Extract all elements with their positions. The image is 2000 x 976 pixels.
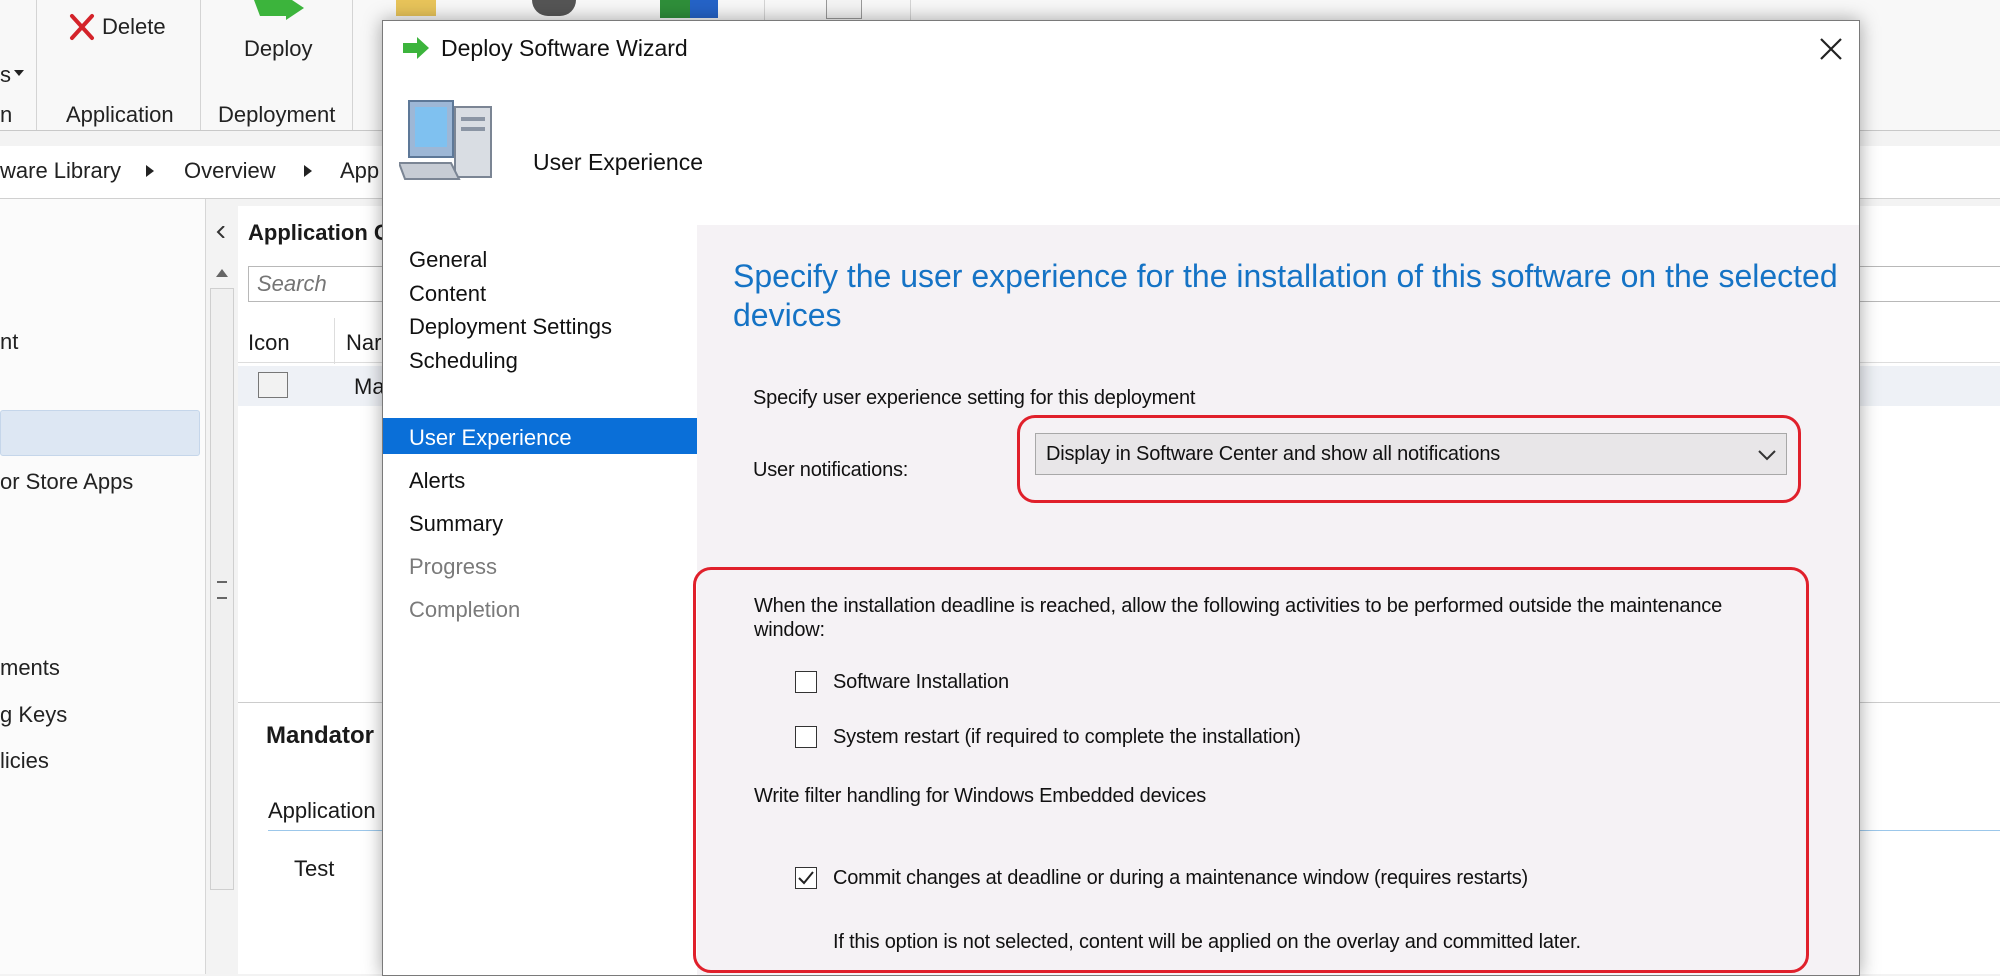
commit-note: If this option is not selected, content …: [833, 931, 1581, 953]
user-notifications-dropdown[interactable]: Display in Software Center and show all …: [1035, 433, 1787, 475]
nav-item[interactable]: licies: [0, 748, 49, 774]
close-icon: [1820, 38, 1842, 60]
delete-icon: [70, 14, 94, 40]
scroll-grip-icon[interactable]: [217, 581, 227, 599]
breadcrumb-item-app[interactable]: App: [340, 158, 379, 184]
section-label: Specify user experience setting for this…: [753, 387, 1196, 409]
column-header-icon[interactable]: Icon: [248, 330, 290, 356]
row-name: Ma: [354, 374, 385, 399]
detail-value: Test: [294, 856, 335, 881]
wizard-step-content[interactable]: Content: [409, 281, 486, 307]
scroll-up-icon[interactable]: [216, 269, 228, 277]
chevron-right-icon: [304, 165, 312, 177]
system-restart-label[interactable]: System restart (if required to complete …: [833, 726, 1301, 749]
user-notifications-value: Display in Software Center and show all …: [1046, 443, 1501, 465]
wizard-step-alerts[interactable]: Alerts: [409, 468, 465, 494]
wizard-header: User Experience: [383, 79, 1859, 226]
nav-item[interactable]: nt: [0, 329, 18, 355]
chevron-down-icon[interactable]: [14, 70, 24, 78]
page-heading: Specify the user experience for the inst…: [733, 258, 1838, 333]
software-installation-checkbox[interactable]: [795, 671, 817, 693]
chevron-right-icon: [146, 165, 154, 177]
ribbon-icon-book-blue: [690, 0, 718, 18]
wizard-title: Deploy Software Wizard: [441, 35, 688, 61]
delete-button[interactable]: Delete: [64, 8, 184, 48]
wizard-steps: General Content Deployment Settings Sche…: [383, 225, 697, 975]
nav-selected-item[interactable]: [0, 410, 200, 456]
breadcrumb-item-library[interactable]: ware Library: [0, 158, 121, 184]
software-installation-label[interactable]: Software Installation: [833, 671, 1009, 694]
wizard-step-user-experience[interactable]: User Experience: [409, 425, 572, 451]
computer-icon: [399, 100, 492, 180]
breadcrumb-item-overview[interactable]: Overview: [184, 158, 276, 184]
commit-changes-checkbox[interactable]: [795, 867, 817, 889]
wizard-step-general[interactable]: General: [409, 247, 487, 273]
deadline-description-line1: When the installation deadline is reache…: [754, 595, 1722, 617]
wizard-step-scheduling[interactable]: Scheduling: [409, 348, 518, 374]
wizard-body: General Content Deployment Settings Sche…: [383, 225, 1859, 975]
ribbon-icon-folder[interactable]: [396, 0, 436, 16]
deadline-description-line2: window:: [754, 619, 825, 641]
deadline-options-highlight: [693, 567, 1809, 973]
ribbon-group-application: Application: [66, 102, 174, 127]
ribbon-group-left: n: [0, 102, 13, 127]
ribbon-icon-camera[interactable]: [532, 0, 576, 16]
vertical-scrollbar[interactable]: [210, 269, 234, 890]
deploy-arrow-icon: [254, 0, 304, 20]
checkmark-icon: [798, 871, 814, 885]
write-filter-label: Write filter handling for Windows Embedd…: [754, 785, 1207, 807]
application-icon: [258, 372, 288, 398]
column-header-name[interactable]: Nar: [346, 330, 381, 356]
detail-tab[interactable]: Application: [268, 798, 376, 824]
wizard-header-title: User Experience: [533, 149, 704, 175]
list-title: Application C: [248, 220, 390, 245]
detail-title: Mandator: [266, 722, 374, 749]
wizard-page: Specify the user experience for the inst…: [693, 225, 1859, 975]
wizard-step-completion: Completion: [409, 597, 521, 622]
nav-item[interactable]: ments: [0, 655, 60, 681]
nav-item[interactable]: or Store Apps: [0, 469, 133, 495]
system-restart-checkbox[interactable]: [795, 726, 817, 748]
ribbon-group-deployment: Deployment: [218, 102, 336, 127]
deploy-label: Deploy: [244, 36, 313, 61]
navigation-pane: nt or Store Apps ments g Keys licies: [0, 199, 206, 974]
ribbon-edge-label: s: [0, 62, 11, 87]
collapse-pane-icon[interactable]: [216, 226, 226, 238]
wizard-step-deployment-settings[interactable]: Deployment Settings: [409, 314, 612, 340]
deploy-button[interactable]: Deploy: [220, 0, 340, 70]
nav-item[interactable]: g Keys: [0, 702, 67, 728]
wizard-step-summary[interactable]: Summary: [409, 511, 503, 537]
commit-changes-label[interactable]: Commit changes at deadline or during a m…: [833, 867, 1528, 890]
ribbon-icon-document[interactable]: [826, 0, 862, 19]
deploy-arrow-icon: [403, 37, 429, 59]
deploy-software-wizard: Deploy Software Wizard User Experience G…: [382, 20, 1860, 976]
wizard-titlebar: Deploy Software Wizard: [383, 21, 1859, 79]
delete-label: Delete: [102, 14, 166, 39]
user-notifications-label: User notifications:: [753, 459, 909, 481]
wizard-step-progress: Progress: [409, 554, 498, 579]
close-button[interactable]: [1811, 29, 1851, 69]
chevron-down-icon[interactable]: [1756, 442, 1778, 466]
